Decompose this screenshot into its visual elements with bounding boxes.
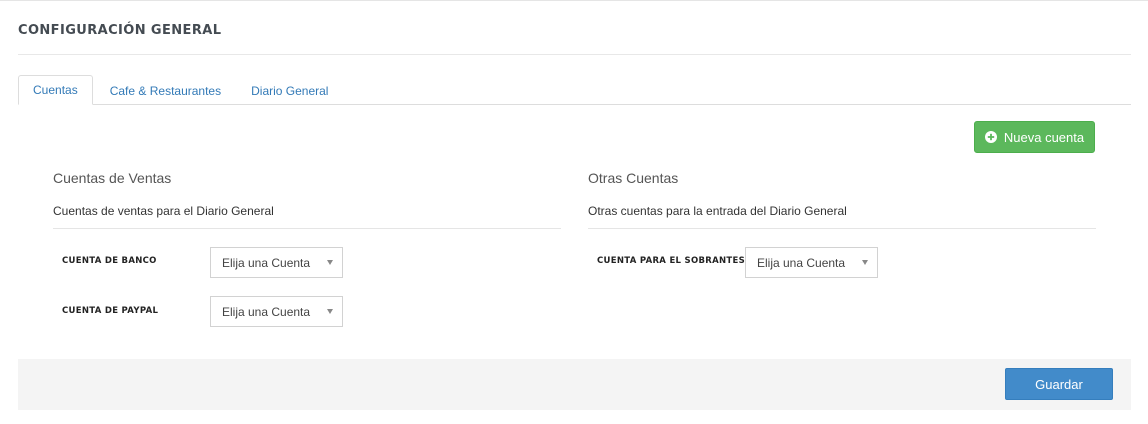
bank-account-select[interactable]: Elija una Cuenta — [210, 247, 343, 278]
paypal-account-select[interactable]: Elija una Cuenta — [210, 296, 343, 327]
bank-account-label: CUENTA DE BANCO — [62, 256, 157, 266]
paypal-account-label: CUENTA DE PAYPAL — [62, 306, 159, 316]
other-accounts-description: Otras cuentas para la entrada del Diario… — [588, 204, 847, 218]
sales-accounts-divider — [53, 228, 561, 229]
sales-accounts-title: Cuentas de Ventas — [53, 170, 172, 186]
tab-cuentas[interactable]: Cuentas — [18, 75, 93, 105]
chevron-down-icon — [327, 260, 333, 265]
bank-account-select-value: Elija una Cuenta — [222, 255, 311, 270]
surplus-account-select[interactable]: Elija una Cuenta — [745, 247, 878, 278]
settings-page: CONFIGURACIÓN GENERAL Cuentas Cafe & Res… — [0, 0, 1148, 424]
tab-cafe-restaurantes[interactable]: Cafe & Restaurantes — [95, 76, 236, 105]
title-divider — [18, 54, 1131, 55]
save-button[interactable]: Guardar — [1005, 368, 1113, 400]
form-footer — [18, 359, 1131, 410]
chevron-down-icon — [862, 260, 868, 265]
plus-circle-icon — [984, 131, 997, 143]
surplus-account-label: CUENTA PARA EL SOBRANTES — [597, 256, 746, 266]
tab-diario-general[interactable]: Diario General — [236, 76, 343, 105]
new-account-button[interactable]: Nueva cuenta — [974, 121, 1095, 153]
new-account-label: Nueva cuenta — [1003, 129, 1085, 145]
other-accounts-divider — [588, 228, 1096, 229]
tab-bar: Cuentas Cafe & Restaurantes Diario Gener… — [18, 74, 1131, 105]
paypal-account-select-value: Elija una Cuenta — [222, 304, 311, 319]
page-title: CONFIGURACIÓN GENERAL — [18, 23, 222, 38]
sales-accounts-description: Cuentas de ventas para el Diario General — [53, 204, 274, 218]
surplus-account-select-value: Elija una Cuenta — [757, 255, 846, 270]
other-accounts-title: Otras Cuentas — [588, 170, 679, 186]
chevron-down-icon — [327, 309, 333, 314]
